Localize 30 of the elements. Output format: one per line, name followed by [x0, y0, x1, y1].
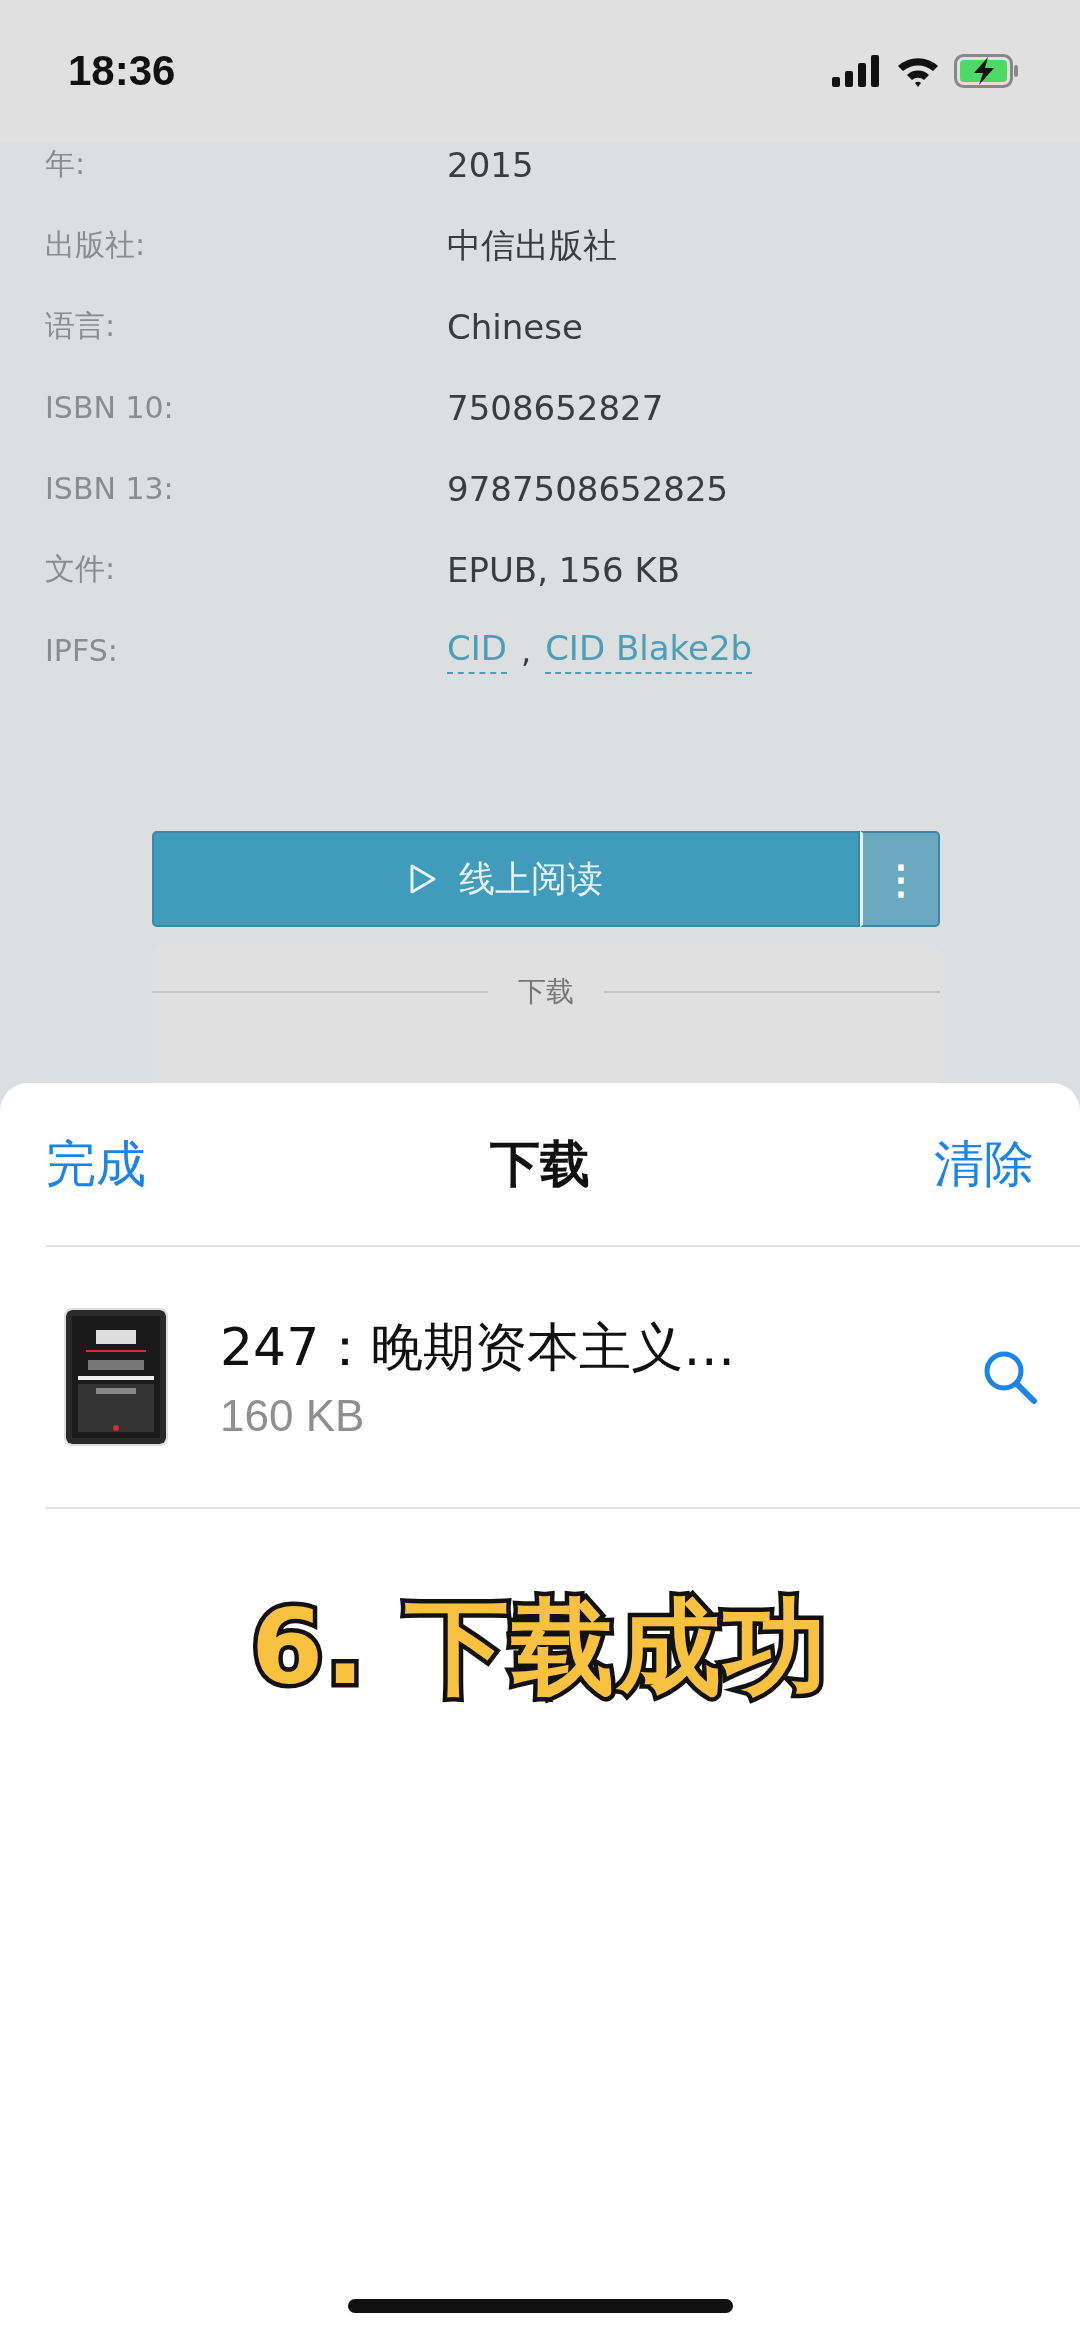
file-size: 160 KB — [220, 1391, 366, 1441]
detail-value: 中信出版社 — [447, 223, 617, 267]
battery-charging-icon — [954, 54, 1020, 88]
status-time: 18:36 — [68, 47, 176, 95]
cid-link[interactable]: CID — [447, 627, 507, 674]
play-icon — [409, 863, 437, 895]
detail-label: 语言: — [45, 307, 117, 345]
detail-value: 7508652827 — [447, 387, 664, 428]
read-online-button[interactable]: 线上阅读 — [152, 831, 860, 927]
detail-value: 2015 — [447, 144, 534, 185]
wifi-icon — [896, 55, 940, 87]
signal-icon — [832, 55, 882, 87]
detail-value: EPUB, 156 KB — [447, 549, 681, 590]
cid-link[interactable]: CID Blake2b — [545, 627, 753, 674]
sheet-title: 下载 — [490, 1133, 590, 1195]
done-button[interactable]: 完成 — [46, 1130, 146, 1198]
detail-value: 9787508652825 — [447, 468, 729, 509]
download-heading: 下载 — [518, 974, 574, 1010]
caption: 6. 下载成功 — [249, 1585, 831, 1710]
file-name: 247：晚期资本主义… — [220, 1316, 737, 1379]
detail-label: ISBN 13: — [45, 471, 175, 506]
detail-label: IPFS: — [45, 633, 119, 668]
detail-label: 出版社: — [45, 226, 147, 264]
more-button[interactable]: ⋮ — [860, 831, 940, 927]
clear-button[interactable]: 清除 — [934, 1130, 1034, 1198]
detail-label: 年: — [45, 145, 87, 183]
detail-value: Chinese — [447, 306, 583, 347]
separator: , — [520, 631, 532, 670]
detail-label: 文件: — [45, 550, 117, 588]
detail-label: ISBN 10: — [45, 390, 175, 425]
